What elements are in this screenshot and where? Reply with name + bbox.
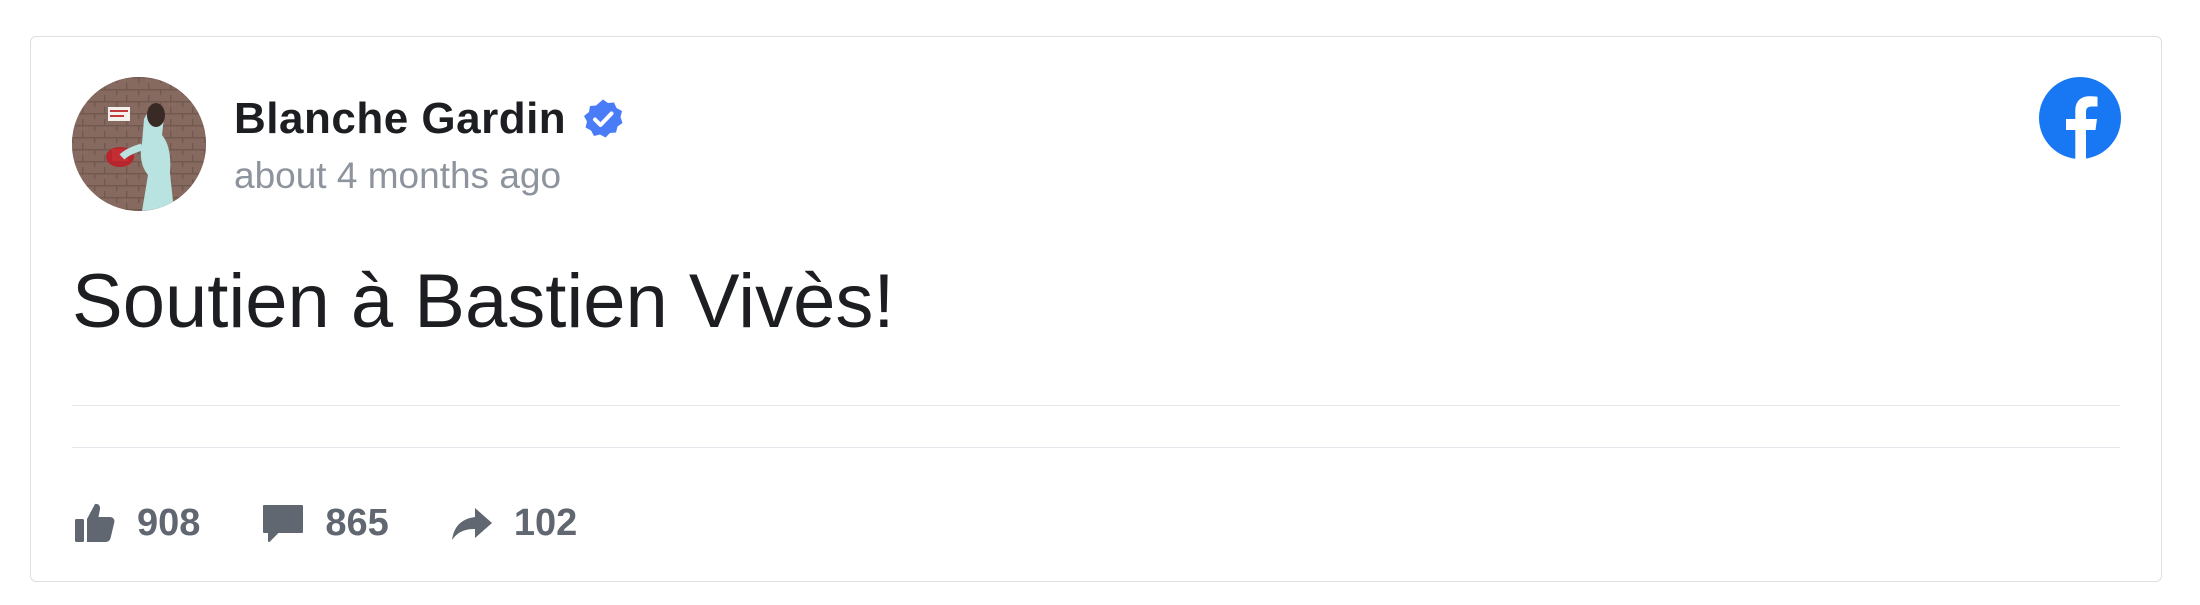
author-row: Blanche Gardin [234,95,624,143]
facebook-post-card: Blanche Gardin about 4 months ago Soutie… [30,36,2162,582]
facebook-logo-icon[interactable] [2039,77,2121,159]
shares-stat[interactable]: 102 [449,500,577,546]
comment-bubble-icon [263,505,304,542]
avatar[interactable] [72,77,206,211]
likes-count: 908 [137,502,201,544]
engagement-stats: 908 865 102 [72,493,637,553]
share-arrow-icon [451,508,492,540]
shares-count: 102 [513,502,578,544]
verified-badge-icon [582,98,624,140]
post-text: Soutien à Bastien Vivès! [72,259,895,344]
divider [72,447,2120,448]
thumbs-up-icon [75,503,115,542]
divider [72,405,2120,406]
post-timestamp[interactable]: about 4 months ago [234,154,561,198]
author-name[interactable]: Blanche Gardin [234,95,566,143]
comments-count: 865 [325,502,389,544]
profile-photo [72,77,206,211]
comments-stat[interactable]: 865 [260,500,389,546]
likes-stat[interactable]: 908 [72,500,200,546]
